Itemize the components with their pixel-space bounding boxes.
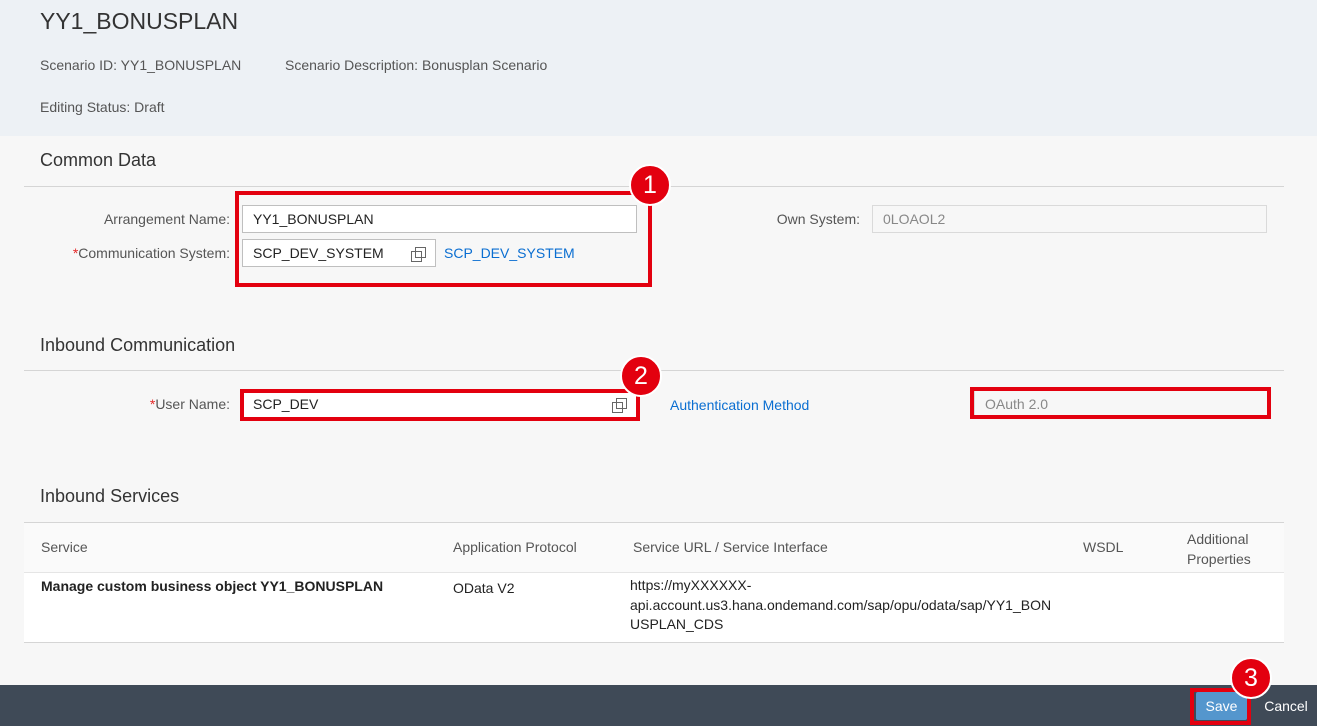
service-url-line: api.account.us3.hana.ondemand.com/sap/op… [630,597,1052,613]
scenario-description: Scenario Description: Bonusplan Scenario [285,57,548,73]
cancel-button[interactable]: Cancel [1257,692,1315,720]
column-header-additional-properties: Additional Properties [1187,531,1251,567]
column-header-service-url: Service URL / Service Interface [633,539,828,555]
service-name: Manage custom business object YY1_BONUSP… [41,578,384,594]
communication-system-label: *Communication System: [72,245,230,261]
own-system-label: Own System: [776,211,860,227]
highlight-box-2 [240,389,640,421]
inbound-services-table: Service Application Protocol Service URL… [24,522,1284,643]
user-name-label: *User Name: [149,396,230,412]
column-header-wsdl: WSDL [1083,539,1124,555]
column-header-service: Service [41,539,88,555]
step-badge-2: 2 [620,355,662,397]
inbound-services-title: Inbound Services [40,486,180,506]
arrangement-name-label: Arrangement Name: [103,211,230,227]
service-url-line: USPLAN_CDS [630,616,724,632]
step-badge-3: 3 [1230,657,1272,699]
scenario-id: Scenario ID: YY1_BONUSPLAN [40,57,242,73]
highlight-box-1 [235,191,652,287]
authentication-method-link[interactable]: Authentication Method [670,397,809,413]
step-badge-1: 1 [629,164,671,206]
own-system-field: 0LOAOL2 [872,205,1267,233]
highlight-box-auth [970,387,1271,419]
column-header-protocol: Application Protocol [453,539,577,555]
footer-toolbar [0,685,1317,726]
object-page-header: YY1_BONUSPLAN Scenario ID: YY1_BONUSPLAN… [0,0,1317,136]
common-data-title: Common Data [40,150,157,170]
service-url-line: https://myXXXXXX- [630,577,752,593]
editing-status: Editing Status: Draft [40,99,165,115]
table-header: Service Application Protocol Service URL… [24,523,1284,573]
application-protocol: OData V2 [453,580,515,596]
inbound-communication-title: Inbound Communication [40,335,236,355]
page-title: YY1_BONUSPLAN [40,8,239,34]
